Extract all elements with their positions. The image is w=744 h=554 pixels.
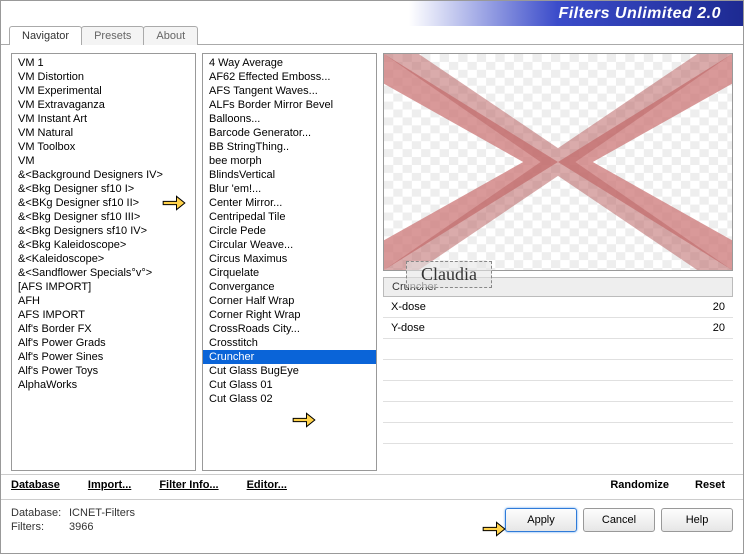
param-row[interactable]: Y-dose 20 [383, 318, 733, 339]
list-item[interactable]: VM Distortion [12, 70, 195, 84]
list-item[interactable]: VM Extravaganza [12, 98, 195, 112]
list-item[interactable]: bee morph [203, 154, 376, 168]
param-value: 20 [713, 301, 725, 313]
param-row-empty [383, 402, 733, 423]
list-item[interactable]: &<Background Designers IV> [12, 168, 195, 182]
list-item[interactable]: Cruncher [203, 350, 376, 364]
list-item[interactable]: BlindsVertical [203, 168, 376, 182]
toolbar: Database Import... Filter Info... Editor… [1, 474, 743, 499]
list-item[interactable]: AFS Tangent Waves... [203, 84, 376, 98]
tab-presets[interactable]: Presets [81, 26, 144, 45]
help-button[interactable]: Help [661, 508, 733, 532]
list-item[interactable]: &<Bkg Kaleidoscope> [12, 238, 195, 252]
list-item[interactable]: Crosstitch [203, 336, 376, 350]
filter-list[interactable]: 4 Way AverageAF62 Effected Emboss...AFS … [202, 53, 377, 471]
list-item[interactable]: VM 1 [12, 56, 195, 70]
tab-navigator[interactable]: Navigator [9, 26, 82, 45]
editor-link[interactable]: Editor... [247, 479, 287, 491]
param-row[interactable]: X-dose 20 [383, 297, 733, 318]
category-list[interactable]: VM 1VM DistortionVM ExperimentalVM Extra… [11, 53, 196, 471]
list-item[interactable]: &<Kaleidoscope> [12, 252, 195, 266]
list-item[interactable]: &<Bkg Designer sf10 I> [12, 182, 195, 196]
list-item[interactable]: AFH [12, 294, 195, 308]
list-item[interactable]: ALFs Border Mirror Bevel [203, 98, 376, 112]
param-name: Y-dose [391, 322, 425, 334]
randomize-link[interactable]: Randomize [610, 479, 669, 491]
param-value: 20 [713, 322, 725, 334]
param-row-empty [383, 423, 733, 444]
list-item[interactable]: VM Experimental [12, 84, 195, 98]
list-item[interactable]: VM Instant Art [12, 112, 195, 126]
tab-about[interactable]: About [143, 26, 198, 45]
filter-info-link[interactable]: Filter Info... [159, 479, 218, 491]
param-row-empty [383, 339, 733, 360]
list-item[interactable]: Circle Pede [203, 224, 376, 238]
list-item[interactable]: VM Toolbox [12, 140, 195, 154]
list-item[interactable]: Alf's Power Toys [12, 364, 195, 378]
list-item[interactable]: Cirquelate [203, 266, 376, 280]
list-item[interactable]: Center Mirror... [203, 196, 376, 210]
apply-button[interactable]: Apply [505, 508, 577, 532]
list-item[interactable]: Alf's Border FX [12, 322, 195, 336]
list-item[interactable]: &<Bkg Designer sf10 III> [12, 210, 195, 224]
list-item[interactable]: Corner Half Wrap [203, 294, 376, 308]
footer: Database:ICNET-Filters Filters:3966 Appl… [1, 499, 743, 540]
watermark: Claudia [406, 261, 492, 288]
list-item[interactable]: [AFS IMPORT] [12, 280, 195, 294]
list-item[interactable]: Cut Glass BugEye [203, 364, 376, 378]
list-item[interactable]: VM Natural [12, 126, 195, 140]
list-item[interactable]: Alf's Power Grads [12, 336, 195, 350]
list-item[interactable]: Corner Right Wrap [203, 308, 376, 322]
list-item[interactable]: VM [12, 154, 195, 168]
param-row-empty [383, 381, 733, 402]
list-item[interactable]: Barcode Generator... [203, 126, 376, 140]
main-panel: VM 1VM DistortionVM ExperimentalVM Extra… [1, 44, 743, 474]
list-item[interactable]: Alf's Power Sines [12, 350, 195, 364]
list-item[interactable]: CrossRoads City... [203, 322, 376, 336]
meta-info: Database:ICNET-Filters Filters:3966 [11, 506, 135, 534]
list-item[interactable]: BB StringThing.. [203, 140, 376, 154]
param-row-empty [383, 360, 733, 381]
list-item[interactable]: Balloons... [203, 112, 376, 126]
list-item[interactable]: Cut Glass 01 [203, 378, 376, 392]
button-row: Apply Cancel Help [505, 508, 733, 532]
param-name: X-dose [391, 301, 426, 313]
list-item[interactable]: &<Bkg Designers sf10 IV> [12, 224, 195, 238]
list-item[interactable]: Blur 'em!... [203, 182, 376, 196]
title-bar: Filters Unlimited 2.0 [1, 1, 743, 27]
list-item[interactable]: &<BKg Designer sf10 II> [12, 196, 195, 210]
list-item[interactable]: Cut Glass 02 [203, 392, 376, 406]
import-link[interactable]: Import... [88, 479, 131, 491]
list-item[interactable]: &<Sandflower Specials°v°> [12, 266, 195, 280]
app-title: Filters Unlimited 2.0 [558, 5, 721, 23]
list-item[interactable]: Centripedal Tile [203, 210, 376, 224]
reset-link[interactable]: Reset [695, 479, 725, 491]
database-link[interactable]: Database [11, 479, 60, 491]
preview-image [383, 53, 733, 271]
list-item[interactable]: AF62 Effected Emboss... [203, 70, 376, 84]
list-item[interactable]: AFS IMPORT [12, 308, 195, 322]
list-item[interactable]: 4 Way Average [203, 56, 376, 70]
cancel-button[interactable]: Cancel [583, 508, 655, 532]
parameter-panel: Cruncher X-dose20Y-dose20 [383, 277, 733, 444]
tab-strip: Navigator Presets About [1, 26, 743, 45]
list-item[interactable]: Circular Weave... [203, 238, 376, 252]
list-item[interactable]: Convergance [203, 280, 376, 294]
list-item[interactable]: Circus Maximus [203, 252, 376, 266]
list-item[interactable]: AlphaWorks [12, 378, 195, 392]
